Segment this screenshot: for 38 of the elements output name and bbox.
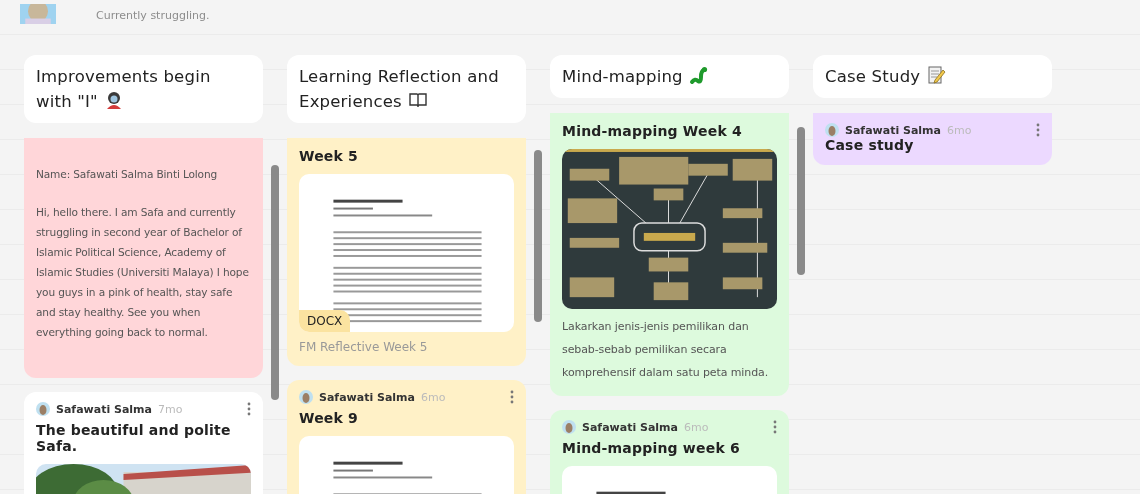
column-title: Mind-mapping (562, 67, 709, 86)
author-name: Safawati Salma (319, 390, 415, 404)
author-name: Safawati Salma (582, 420, 678, 434)
file-type-label: DOCX (299, 310, 351, 332)
scrollbar-thumb[interactable] (271, 165, 279, 400)
post-text: Name: Safawati Salma Binti Lolong (36, 167, 219, 182)
scrollbar-thumb[interactable] (797, 127, 805, 275)
more-icon[interactable] (510, 390, 514, 404)
post-title: Mind-mapping week 6 (562, 440, 741, 456)
scrollbar-thumb[interactable] (534, 150, 542, 322)
avatar-icon (36, 402, 50, 416)
post-time: 6mo (947, 123, 973, 137)
memo-icon (926, 65, 947, 85)
author-name: Safawati Salma (845, 123, 941, 137)
attachment-caption: FM Reflective Week 5 (299, 340, 429, 354)
column-title: Learning Reflection and Experiences (299, 67, 499, 111)
post-text: Lakarkan jenis-jenis pemilikan dan sebab-sebab pemilikan secara komprehensif dalam satu peta minda. (562, 319, 770, 381)
avatar-icon (825, 123, 839, 137)
author-name: Safawati Salma (56, 402, 152, 416)
column-title: Improvements begin with "I" (36, 67, 211, 111)
avatar-icon (562, 420, 576, 434)
more-icon[interactable] (1036, 123, 1040, 137)
post-title: Case study (825, 137, 915, 153)
post-title: Week 5 (299, 148, 360, 164)
post-title: Mind-mapping Week 4 (562, 123, 743, 139)
profile-status: Currently struggling. (96, 9, 210, 24)
book-icon (407, 90, 428, 110)
more-icon[interactable] (773, 420, 777, 434)
post-time: 7mo (158, 402, 184, 416)
post-title: Week 9 (299, 410, 360, 426)
post-time: 6mo (684, 420, 710, 434)
avatar-icon (299, 390, 313, 404)
post-text: Hi, hello there. I am Safa and currently struggling in second year of Bachelor of Islamic Political Science, Academy of Islamic Studies (Universiti Malaya) I hope you guys in a pink of health, stay safe and stay healthy. See you when everything going back to normal. (36, 205, 250, 340)
column-title: Case Study (825, 67, 947, 86)
more-icon[interactable] (247, 402, 251, 416)
post-title: The beautiful and polite Safa. (36, 422, 232, 454)
worm-icon (688, 65, 709, 85)
post-time: 6mo (421, 390, 447, 404)
